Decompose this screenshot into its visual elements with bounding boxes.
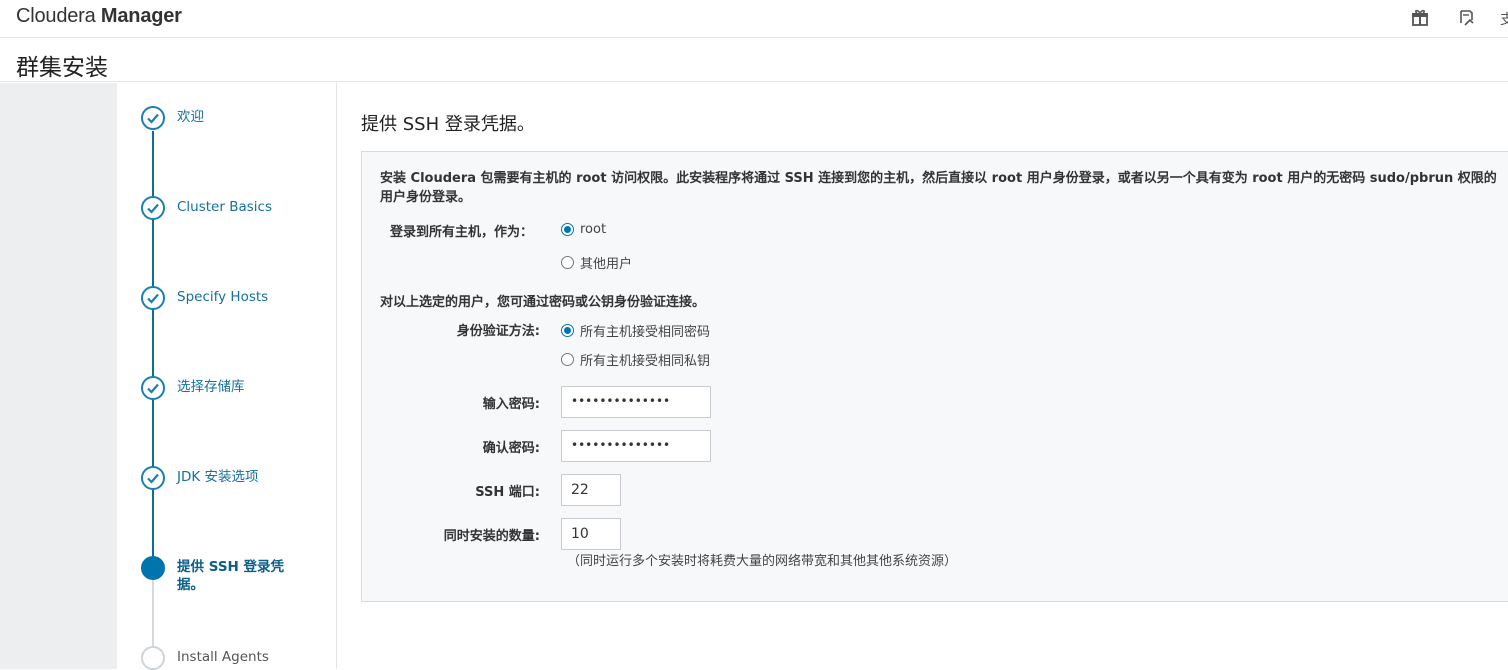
radio-unselected-icon[interactable] — [561, 256, 574, 269]
step-check-icon — [141, 106, 165, 130]
step-cluster-basics[interactable]: Cluster Basics — [177, 198, 272, 216]
step-connector-pending — [152, 580, 154, 646]
intro-line-1: 安装 Cloudera 包需要有主机的 root 访问权限。此安装程序将通过 S… — [380, 171, 1497, 186]
step-check-icon — [141, 466, 165, 490]
step-pending-dot — [141, 646, 165, 670]
step-specify-hosts[interactable]: Specify Hosts — [177, 288, 268, 306]
confirm-password-input[interactable]: •••••••••••••• — [561, 430, 711, 462]
step-ssh-credentials: 提供 SSH 登录凭据。 — [177, 559, 285, 593]
parallel-installs-label: 同时安装的数量: — [443, 529, 540, 544]
step-check-icon — [141, 286, 165, 310]
password-input[interactable]: •••••••••••••• — [561, 386, 711, 418]
password-label: 输入密码: — [482, 397, 540, 412]
auth-private-key-label: 所有主机接受相同私钥 — [580, 354, 711, 369]
step-jdk-options[interactable]: JDK 安装选项 — [177, 468, 259, 486]
parallel-installs-input[interactable]: 10 — [561, 518, 621, 550]
support-menu-cut[interactable]: 支 — [1500, 9, 1508, 29]
auth-password-option[interactable]: 所有主机接受相同密码 — [561, 321, 710, 340]
ssh-port-label: SSH 端口: — [475, 485, 540, 500]
confirm-password-label: 确认密码: — [482, 441, 540, 456]
parallel-installs-hint: （同时运行多个安装时将耗费大量的网络带宽和其他其他系统资源） — [567, 554, 958, 569]
page-title: 群集安装 — [16, 55, 108, 81]
auth-private-key-option[interactable]: 所有主机接受相同私钥 — [561, 350, 710, 369]
intro-text: 安装 Cloudera 包需要有主机的 root 访问权限。此安装程序将通过 S… — [380, 169, 1508, 207]
intro-line-2: 用户身份登录。 — [380, 190, 472, 205]
login-as-label: 登录到所有主机，作为： — [389, 225, 533, 240]
brand-prefix: Cloudera — [16, 5, 96, 27]
login-other-user-option[interactable]: 其他用户 — [561, 253, 632, 272]
gift-icon[interactable] — [1411, 9, 1429, 27]
step-welcome[interactable]: 欢迎 — [177, 108, 204, 126]
section-heading: 提供 SSH 登录凭据。 — [361, 114, 535, 135]
step-current-dot — [141, 556, 165, 580]
page-title-bar: 群集安装 — [0, 38, 1508, 82]
step-select-repository[interactable]: 选择存储库 — [177, 378, 245, 396]
step-check-icon — [141, 376, 165, 400]
login-other-user-label: 其他用户 — [580, 257, 633, 272]
ssh-port-input[interactable]: 22 — [561, 474, 621, 506]
brand-logo[interactable]: Cloudera Manager — [16, 5, 182, 28]
top-navbar: Cloudera Manager 支 — [0, 0, 1508, 38]
auth-method-label: 身份验证方法: — [456, 324, 540, 339]
left-gutter — [0, 83, 117, 669]
step-install-agents: Install Agents — [177, 649, 269, 665]
brand-bold: Manager — [100, 5, 182, 27]
radio-selected-icon[interactable] — [561, 324, 574, 337]
login-root-label: root — [580, 222, 607, 237]
step-check-icon — [141, 196, 165, 220]
radio-unselected-icon[interactable] — [561, 353, 574, 366]
radio-selected-icon[interactable] — [561, 223, 574, 236]
login-root-option[interactable]: root — [561, 222, 606, 237]
auth-note: 对以上选定的用户，您可通过密码或公钥身份验证连接。 — [380, 295, 706, 310]
auth-password-label: 所有主机接受相同密码 — [580, 325, 711, 340]
notes-icon[interactable] — [1457, 9, 1475, 27]
